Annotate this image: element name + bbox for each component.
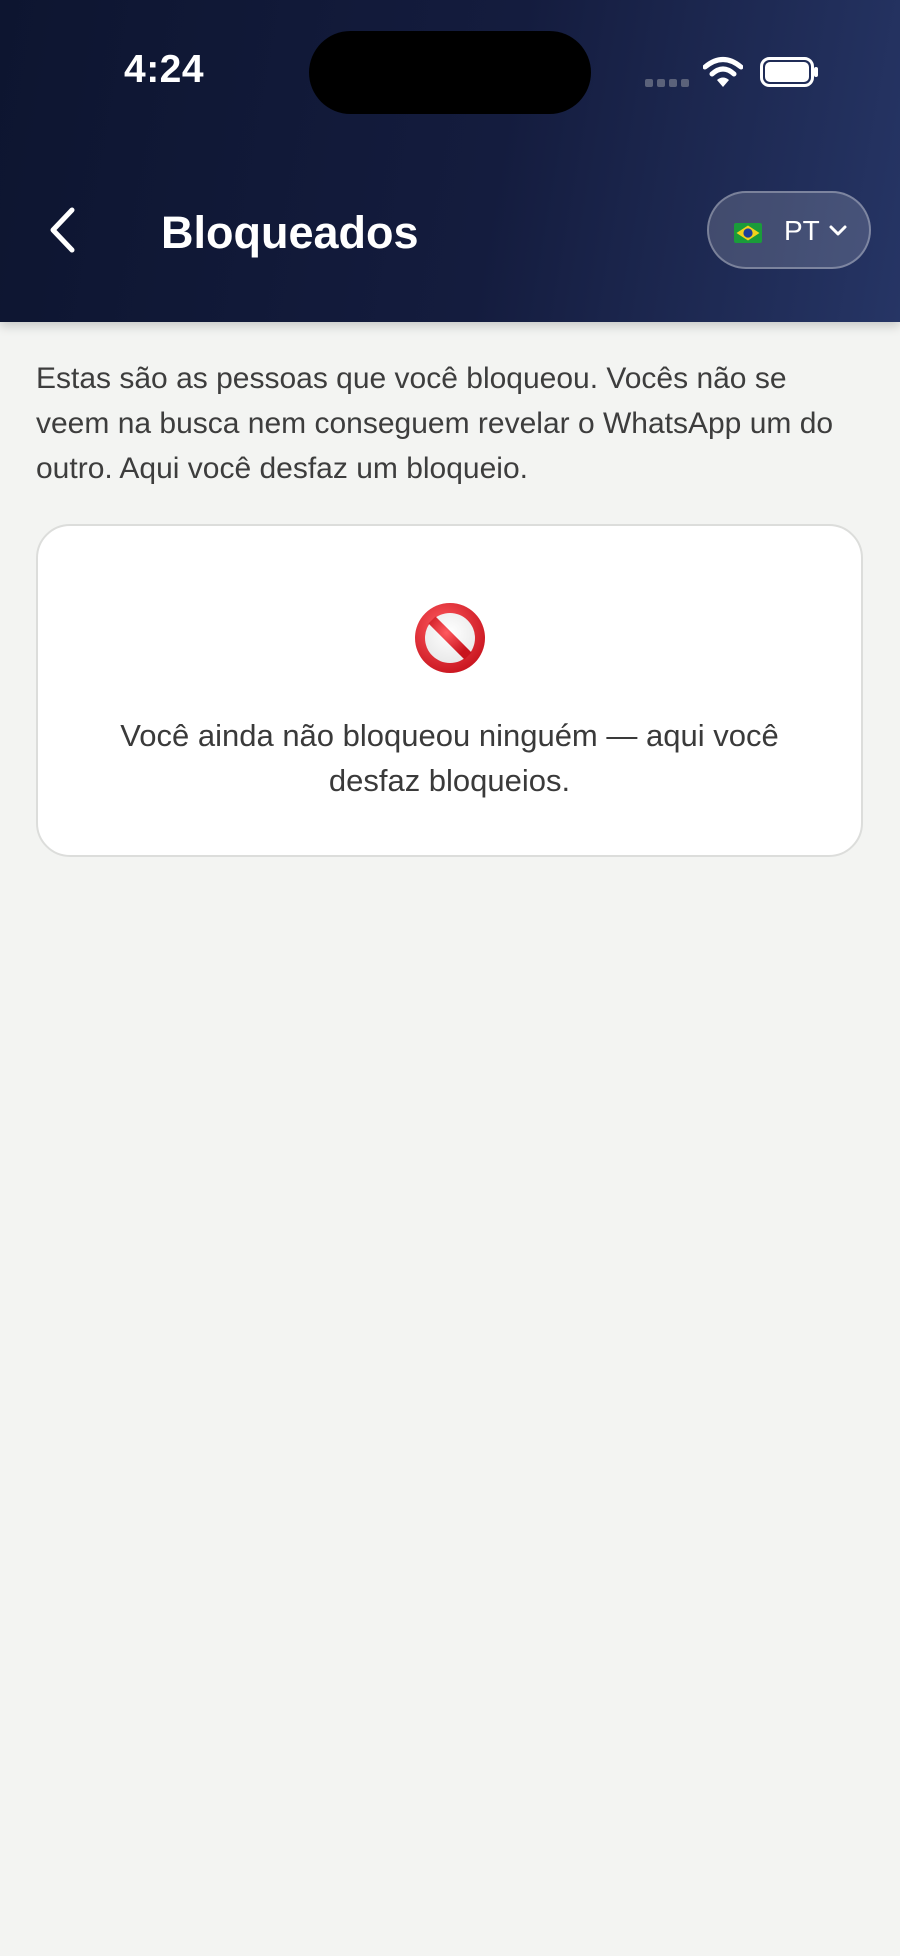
empty-state-card: Você ainda não bloqueou ninguém — aqui v… [36,524,863,857]
chevron-down-icon [829,225,847,236]
top-app-bar: 4:24 Bloqueados PT [0,0,900,322]
language-code: PT [784,215,820,246]
dynamic-island [309,31,591,114]
chevron-left-icon [50,207,75,253]
back-button[interactable] [40,200,86,260]
language-selector[interactable]: PT [707,191,871,269]
cellular-signal-icon [645,79,689,87]
battery-icon [760,57,818,87]
page-title: Bloqueados [161,207,419,258]
status-bar-time: 4:24 [124,48,205,91]
brazil-flag-icon [734,223,762,243]
empty-state-message: Você ainda não bloqueou ninguém — aqui v… [120,718,779,798]
prohibited-icon [415,603,485,673]
wifi-icon [703,57,743,87]
blocked-description: Estas são as pessoas que você bloqueou. … [36,362,834,485]
